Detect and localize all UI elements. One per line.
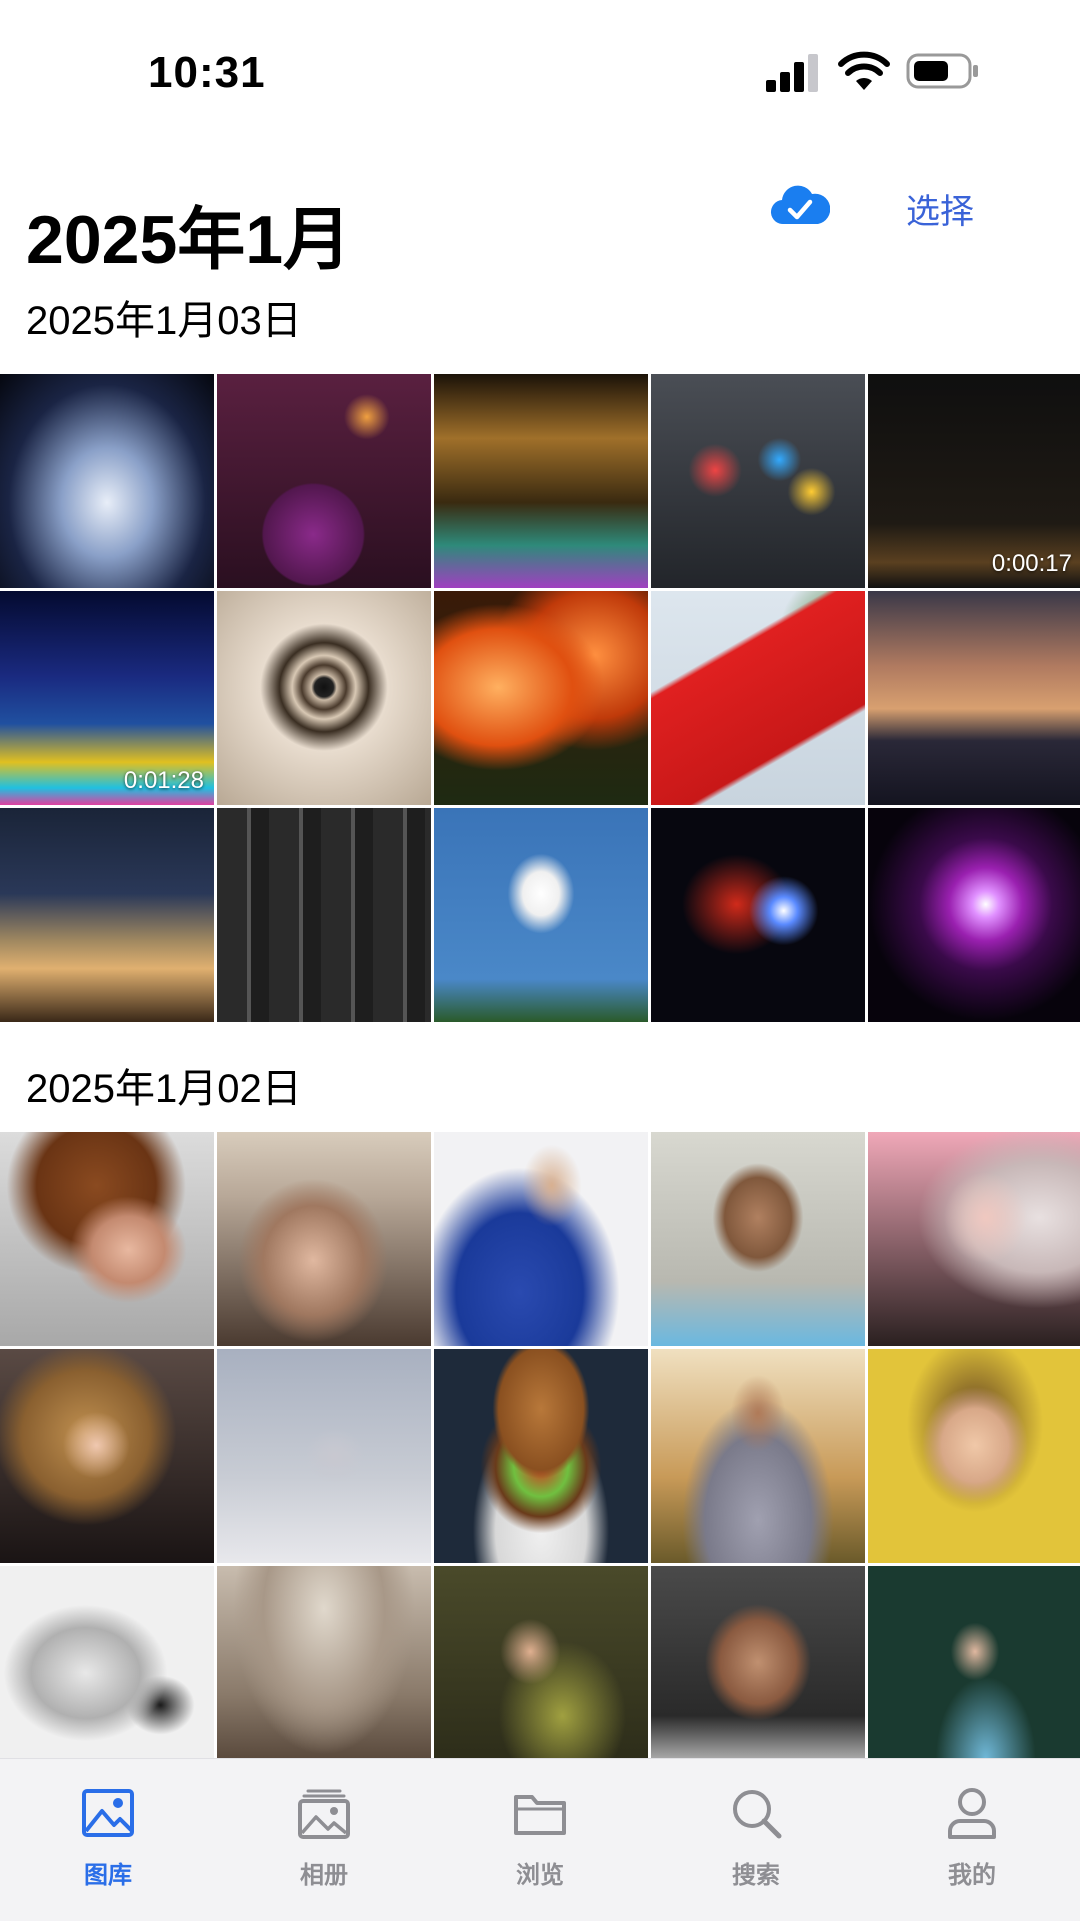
section-date-label: 2025年1月03日 <box>26 299 302 343</box>
photo-red-lanterns[interactable] <box>434 591 648 805</box>
tab-bar: 图库 相册 浏览 搜索 我的 <box>0 1758 1080 1921</box>
photo-fireworks-fountain[interactable] <box>0 374 214 588</box>
photo-white-drone[interactable] <box>434 808 648 1022</box>
person-icon <box>948 1788 996 1839</box>
tab-label: 搜索 <box>732 1862 780 1889</box>
select-button[interactable]: 选择 <box>906 184 974 233</box>
photo-blue-jacket-portrait[interactable] <box>434 1132 648 1346</box>
video-duration: 0:00:17 <box>991 550 1072 577</box>
photo-beanie-portrait[interactable] <box>217 1132 431 1346</box>
tab-browse[interactable]: 浏览 <box>432 1759 648 1921</box>
photo-man-with-bicycle[interactable] <box>217 1349 431 1563</box>
photo-nas-drive-bays[interactable] <box>217 808 431 1022</box>
photo-bw-earring-portrait[interactable] <box>0 1566 214 1780</box>
photo-grid: 0:00:17 0:01:28 <box>0 374 1080 1022</box>
search-icon <box>733 1790 782 1839</box>
photo-fireworks-over-ice-castle[interactable] <box>434 374 648 588</box>
photo-dark-hair-portrait[interactable] <box>651 1566 865 1780</box>
photo-grid <box>0 1132 1080 1780</box>
status-time: 10:31 <box>148 48 266 97</box>
photo-yellow-background-portrait[interactable] <box>868 1349 1080 1563</box>
photo-chinese-flag[interactable] <box>651 591 865 805</box>
tab-label: 我的 <box>948 1862 996 1889</box>
tab-albums[interactable]: 相册 <box>216 1759 432 1921</box>
photo-gap-hoodie-portrait[interactable] <box>651 1349 865 1563</box>
album-icon <box>298 1789 350 1839</box>
tab-search[interactable]: 搜索 <box>648 1759 864 1921</box>
tab-label: 图库 <box>84 1862 132 1889</box>
photo-child-watching-fireworks[interactable] <box>217 374 431 588</box>
status-bar: 10:31 <box>0 0 1080 140</box>
photo-city-skyline-sunset[interactable] <box>868 591 1080 805</box>
photo-sunglasses-portrait[interactable] <box>651 1132 865 1346</box>
signal-icon <box>766 52 824 92</box>
video-night-city[interactable]: 0:00:17 <box>868 374 1080 588</box>
page-title: 2025年1月 <box>26 202 352 278</box>
tab-library[interactable]: 图库 <box>0 1759 216 1921</box>
wifi-icon <box>838 51 890 90</box>
photo-spiral-staircase[interactable] <box>217 591 431 805</box>
tab-label: 浏览 <box>516 1862 564 1889</box>
photo-colorful-kites[interactable] <box>651 374 865 588</box>
photo-horsehead-nebula[interactable] <box>651 808 865 1022</box>
photo-blonde-portrait[interactable] <box>868 1132 1080 1346</box>
photo-wavy-hair-portrait[interactable] <box>0 1349 214 1563</box>
video-duration: 0:01:28 <box>123 767 204 794</box>
photo-christmas-market[interactable] <box>0 808 214 1022</box>
photo-purple-nebula[interactable] <box>868 808 1080 1022</box>
cloud-check-icon[interactable] <box>770 182 830 230</box>
video-fireworks-ice-festival[interactable]: 0:01:28 <box>0 591 214 805</box>
battery-icon <box>906 53 978 89</box>
section-date-label: 2025年1月02日 <box>26 1067 302 1111</box>
photo-hat-portrait[interactable] <box>217 1566 431 1780</box>
photo-leaves-portrait[interactable] <box>868 1566 1080 1780</box>
photo-curly-hair-portrait[interactable] <box>0 1132 214 1346</box>
photo-icon <box>82 1789 134 1837</box>
tab-label: 相册 <box>300 1862 348 1889</box>
photo-burger[interactable] <box>434 1349 648 1563</box>
tab-profile[interactable]: 我的 <box>864 1759 1080 1921</box>
photo-plants-portrait[interactable] <box>434 1566 648 1780</box>
folder-icon <box>514 1795 566 1835</box>
